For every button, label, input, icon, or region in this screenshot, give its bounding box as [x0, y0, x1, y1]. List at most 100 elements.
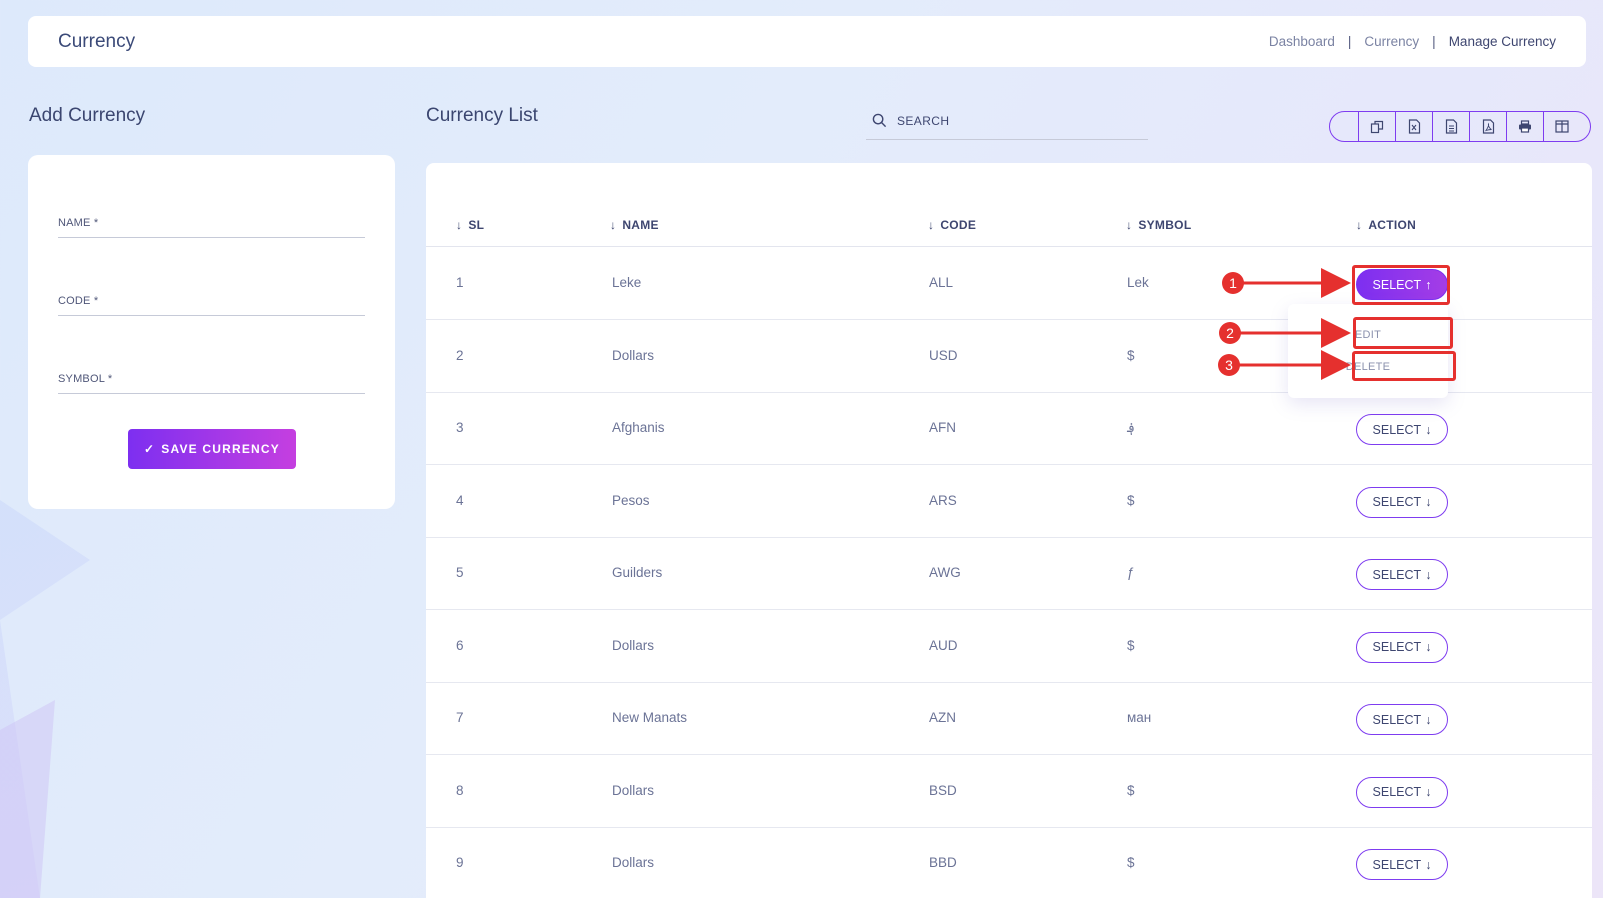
column-header-name[interactable]: ↓ NAME	[610, 218, 659, 232]
cell-sl: 5	[456, 565, 464, 580]
sort-arrow-icon: ↓	[1356, 218, 1363, 232]
annotation-box	[1353, 317, 1453, 349]
cell-code: USD	[929, 347, 958, 363]
cell-sl: 4	[456, 492, 464, 508]
save-currency-button[interactable]: ✓ SAVE CURRENCY	[128, 429, 296, 469]
table-row: 5 Guilders AWG ƒ SELECT ↓	[426, 538, 1592, 610]
columns-button[interactable]	[1543, 112, 1580, 141]
select-label: SELECT	[1372, 857, 1422, 872]
breadcrumb: Dashboard | Currency | Manage Currency	[1269, 34, 1556, 49]
currency-list-title: Currency List	[426, 105, 538, 126]
cell-sl: 2	[456, 347, 464, 363]
arrow-down-icon: ↓	[1425, 712, 1432, 727]
copy-button[interactable]	[1358, 112, 1395, 141]
select-label: SELECT	[1372, 785, 1422, 799]
arrow-down-icon: ↓	[1425, 785, 1432, 799]
sort-arrow-icon: ↓	[928, 218, 935, 232]
select-button[interactable]: SELECT↓	[1356, 631, 1448, 663]
breadcrumb-dashboard[interactable]: Dashboard	[1269, 34, 1335, 49]
select-button[interactable]: SELECT↓	[1356, 486, 1448, 518]
select-label: SELECT	[1372, 640, 1422, 654]
top-bar: Currency Dashboard | Currency | Manage C…	[28, 16, 1586, 67]
column-label: SYMBOL	[1138, 218, 1192, 232]
cell-code: ALL	[929, 275, 954, 290]
background-shape	[0, 500, 90, 898]
column-header-sl[interactable]: ↓ SL	[456, 218, 484, 232]
export-toolbar	[1329, 111, 1591, 142]
cell-code: AFN	[929, 420, 956, 435]
table-header: ↓ SL ↓ NAME ↓ CODE ↓ SYMBOL ↓ ACTION	[426, 163, 1592, 247]
arrow-down-icon: ↓	[1425, 640, 1432, 654]
print-button[interactable]	[1506, 112, 1543, 141]
search-box	[866, 102, 1148, 140]
cell-symbol: ман	[1127, 710, 1152, 725]
table-row: 9 Dollars BBD $ SELECT ↓	[426, 828, 1592, 898]
cell-code: AZN	[929, 710, 956, 725]
sort-arrow-icon: ↓	[1126, 218, 1133, 232]
cell-name: Pesos	[612, 492, 650, 508]
code-field[interactable]: CODE *	[58, 291, 365, 316]
column-header-action[interactable]: ↓ ACTION	[1356, 218, 1416, 232]
cell-symbol: $	[1127, 637, 1135, 653]
cell-code: ARS	[929, 492, 957, 508]
breadcrumb-currency[interactable]: Currency	[1364, 34, 1419, 49]
copy-icon	[1370, 120, 1384, 133]
breadcrumb-manage-currency: Manage Currency	[1448, 34, 1556, 49]
column-label: NAME	[622, 218, 659, 232]
cell-symbol: ƒ	[1127, 565, 1135, 580]
select-label: SELECT	[1372, 567, 1422, 582]
annotation-number: 2	[1219, 322, 1241, 344]
cell-code: AWG	[929, 565, 961, 580]
cell-name: Dollars	[612, 782, 655, 798]
annotation-number: 1	[1222, 272, 1244, 294]
select-button[interactable]: SELECT↓	[1356, 849, 1448, 880]
select-button[interactable]: SELECT↓	[1356, 559, 1448, 590]
search-icon	[872, 113, 887, 128]
select-button[interactable]: SELECT↓	[1356, 704, 1448, 735]
symbol-field[interactable]: SYMBOL *	[58, 369, 365, 394]
cell-code: BSD	[929, 782, 957, 798]
column-header-symbol[interactable]: ↓ SYMBOL	[1126, 218, 1191, 232]
cell-code: AUD	[929, 637, 958, 653]
cell-symbol: $	[1127, 347, 1135, 363]
print-icon	[1519, 120, 1531, 133]
sort-arrow-icon: ↓	[456, 218, 463, 232]
csv-button[interactable]	[1432, 112, 1469, 141]
cell-name: Guilders	[612, 565, 663, 580]
table-row: 6 Dollars AUD $ SELECT ↓	[426, 611, 1592, 683]
table-row: 7 New Manats AZN ман SELECT ↓	[426, 683, 1592, 755]
table-row: 8 Dollars BSD $ SELECT ↓	[426, 756, 1592, 828]
name-field[interactable]: NAME *	[58, 213, 365, 238]
cell-name: Afghanis	[612, 420, 665, 435]
cell-sl: 8	[456, 782, 464, 798]
select-label: SELECT	[1372, 495, 1422, 509]
sort-arrow-icon: ↓	[610, 218, 617, 232]
annotation-number: 3	[1218, 354, 1240, 376]
search-input[interactable]	[897, 113, 1127, 128]
breadcrumb-separator: |	[1432, 34, 1436, 49]
cell-symbol: Lek	[1127, 275, 1149, 290]
select-label: SELECT	[1372, 422, 1422, 437]
column-header-code[interactable]: ↓ CODE	[928, 218, 976, 232]
breadcrumb-separator: |	[1347, 34, 1352, 49]
pdf-button[interactable]	[1469, 112, 1506, 141]
arrow-down-icon: ↓	[1425, 422, 1432, 437]
columns-icon	[1555, 120, 1569, 133]
cell-name: Dollars	[612, 637, 655, 653]
cell-name: New Manats	[612, 710, 688, 725]
table-row: 3 Afghanis AFN ؋ SELECT ↓	[426, 393, 1592, 465]
cell-symbol: ؋	[1127, 420, 1135, 435]
background-shape	[0, 700, 55, 898]
pdf-icon	[1482, 119, 1494, 134]
name-field-label: NAME *	[58, 217, 99, 229]
select-button[interactable]: SELECT↓	[1356, 414, 1448, 445]
select-button[interactable]: SELECT↓	[1356, 776, 1448, 808]
excel-icon	[1408, 119, 1420, 134]
arrow-down-icon: ↓	[1425, 495, 1432, 509]
cell-symbol: $	[1127, 492, 1135, 508]
column-label: ACTION	[1368, 218, 1417, 232]
code-field-label: CODE *	[58, 295, 99, 307]
add-currency-form: NAME * CODE * SYMBOL * ✓ SAVE CURRENCY	[28, 155, 395, 509]
cell-name: Dollars	[612, 855, 655, 870]
excel-button[interactable]	[1395, 112, 1432, 141]
